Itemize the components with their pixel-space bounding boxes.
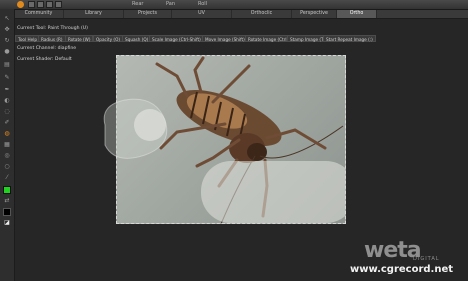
foreground-color-swatch[interactable]	[3, 186, 11, 194]
clone-icon[interactable]: ◎	[3, 152, 11, 160]
fill-icon[interactable]: ◐	[3, 97, 11, 105]
radius-button[interactable]: Radius (R)	[38, 35, 66, 42]
grid-icon[interactable]	[37, 1, 44, 8]
menu-rear[interactable]: Rear	[132, 1, 143, 7]
paint-stroke	[201, 161, 345, 223]
current-tool-label: Current Tool: Paint Through (U)	[17, 26, 88, 31]
tab-orthoclic[interactable]: Orthoclic	[232, 10, 292, 18]
tab-perspective[interactable]: Perspective	[292, 10, 337, 18]
camera-icon[interactable]	[46, 1, 53, 8]
scale-image-button[interactable]: Scale Image (Ctrl-Shift)	[149, 35, 204, 42]
paint-drop-icon[interactable]: ●	[3, 48, 11, 56]
stamp-outline-overlay	[103, 98, 168, 159]
select-icon[interactable]: ↖	[3, 15, 11, 23]
sphere-icon[interactable]: ○	[3, 163, 11, 171]
globe-icon[interactable]: ◍	[3, 130, 11, 138]
brush-icon[interactable]: ✎	[3, 74, 11, 82]
menu-bar: Rear Pan Roll	[0, 0, 468, 10]
pen-icon[interactable]: ✒	[3, 86, 11, 94]
weta-logo-subtitle: DIGITAL	[413, 256, 440, 262]
watermark-text: www.cgrecord.net	[350, 264, 454, 275]
tab-uv[interactable]: UV	[172, 10, 232, 18]
tab-community[interactable]: Community	[14, 10, 64, 18]
move-image-button[interactable]: Move Image (Shift)	[202, 35, 248, 42]
current-channel-label: Current Channel: diapfine	[17, 46, 77, 51]
tool-help-button[interactable]: Tool Help	[15, 35, 41, 42]
menu-pan[interactable]: Pan	[166, 1, 175, 7]
tab-bar: Community Library Projects UV Orthoclic …	[14, 10, 468, 19]
menu-roll[interactable]: Roll	[198, 1, 207, 7]
tab-library[interactable]: Library	[64, 10, 124, 18]
tool-palette: ↖ ✥ ↻ ● ▤ ✎ ✒ ◐ ◌ ✐ ◍ ▦ ◎ ○ ⁄ ⇄ ◪	[0, 9, 15, 281]
default-colors-icon[interactable]: ◪	[3, 219, 11, 227]
eraser-icon[interactable]: ✐	[3, 119, 11, 127]
light-icon[interactable]	[55, 1, 62, 8]
eyedropper-icon[interactable]: ⁄	[3, 174, 11, 182]
layers-icon[interactable]: ▤	[3, 61, 11, 69]
tab-ortho[interactable]: Ortho	[337, 10, 377, 18]
rotate-image-button[interactable]: Rotate Image (Ctrl)	[245, 35, 292, 42]
background-color-swatch[interactable]	[3, 208, 11, 216]
tab-projects[interactable]: Projects	[124, 10, 172, 18]
smudge-icon[interactable]: ◌	[3, 108, 11, 116]
move-icon[interactable]: ✥	[3, 26, 11, 34]
view-icon[interactable]	[28, 1, 35, 8]
gradient-icon[interactable]: ▦	[3, 141, 11, 149]
opacity-button[interactable]: Opacity (O)	[93, 35, 124, 42]
squash-button[interactable]: Squash (Q)	[122, 35, 152, 42]
rotate-icon[interactable]: ↻	[3, 37, 11, 45]
swap-colors-icon[interactable]: ⇄	[3, 197, 11, 205]
current-shader-label: Current Shader: Default	[17, 57, 72, 62]
rotate-button[interactable]: Rotate (W)	[65, 35, 94, 42]
app-logo-icon	[17, 1, 24, 8]
start-repeat-image-button[interactable]: Start Repeat Image (:)	[323, 35, 376, 42]
